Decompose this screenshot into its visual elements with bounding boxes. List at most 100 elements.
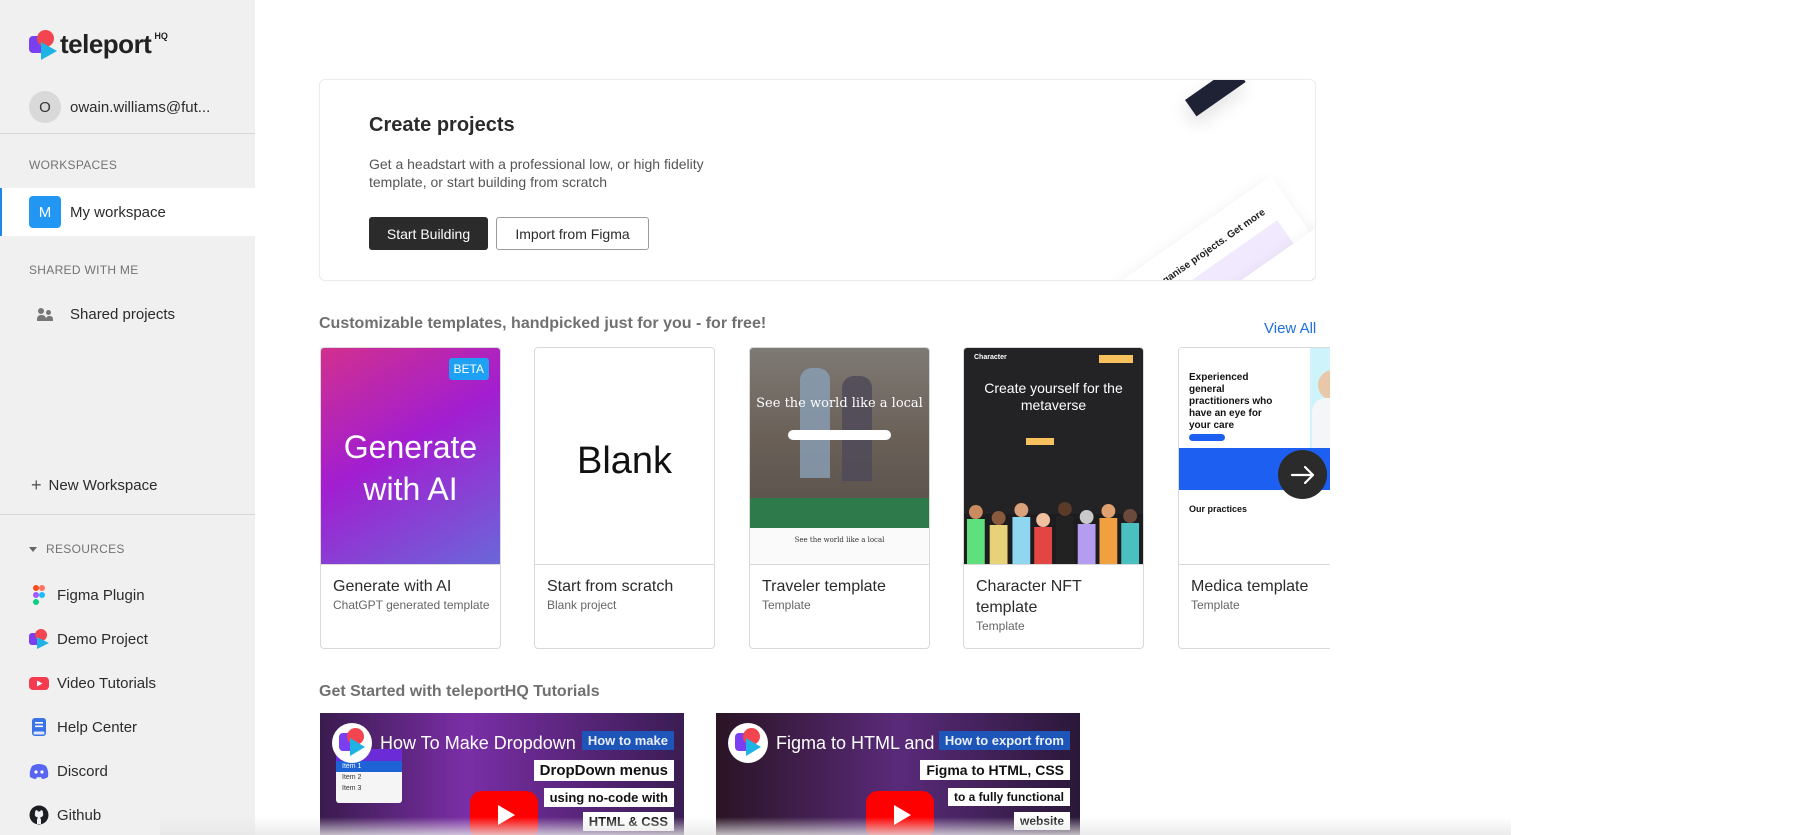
discord-icon (29, 761, 49, 781)
thumbnail-subtext: Our practices (1189, 504, 1248, 514)
templates-heading: Customizable templates, handpicked just … (319, 315, 767, 332)
help-center-label: Help Center (57, 718, 138, 736)
template-name: Medica template (1191, 578, 1309, 595)
sidebar-item-shared-projects[interactable]: Shared projects (37, 306, 175, 323)
sidebar-divider (0, 514, 255, 515)
template-subtitle: Template (1191, 598, 1240, 612)
sidebar-item-figma-plugin[interactable]: Figma Plugin (29, 585, 145, 605)
resources-section-label: RESOURCES (46, 542, 125, 556)
template-thumbnail: Blank (535, 348, 714, 565)
sidebar-item-discord[interactable]: Discord (29, 761, 108, 781)
play-icon (893, 805, 911, 825)
figma-icon (29, 585, 49, 605)
thumbnail-text: Blank (576, 440, 673, 482)
video-caption: DropDown menus (533, 760, 674, 781)
template-name: Start from scratch (547, 578, 674, 595)
avatar: O (29, 91, 61, 123)
youtube-icon (29, 673, 49, 693)
sidebar-divider (0, 133, 255, 134)
video-caption: using no-code with (543, 788, 674, 807)
youtube-play-button[interactable] (470, 791, 538, 835)
traveler-bottom-section: See the world like a local (750, 528, 929, 564)
video-caption: How to export from (938, 731, 1070, 750)
channel-avatar-icon (728, 723, 768, 763)
video-tutorials-label: Video Tutorials (57, 674, 156, 692)
thumbnail-subtext: See the world like a local (794, 536, 885, 544)
template-name: Generate with AI (333, 578, 452, 595)
user-account-menu[interactable]: O owain.williams@fut... (29, 91, 210, 123)
medica-doctor-photo (1310, 348, 1330, 448)
create-projects-title: Create projects (369, 114, 515, 136)
template-subtitle: Template (976, 619, 1025, 633)
sidebar-item-video-tutorials[interactable]: Video Tutorials (29, 673, 156, 693)
user-email: owain.williams@fut... (70, 98, 211, 116)
arrow-right-icon (1290, 465, 1314, 484)
teleport-logo-icon (29, 629, 49, 649)
brand-suffix: HQ (154, 31, 168, 41)
template-card-generate-ai[interactable]: BETA Generate with AI Generate with AI C… (320, 347, 501, 649)
traveler-search-bar (788, 430, 891, 440)
thumbnail-brand: Character (974, 354, 1007, 361)
brand-name: teleport (60, 29, 152, 59)
template-card-traveler[interactable]: See the world like a local See the world… (749, 347, 930, 649)
new-workspace-label: New Workspace (48, 476, 158, 494)
thumbnail-text: Create yourself for the metaverse (984, 380, 1123, 413)
sidebar-item-help-center[interactable]: Help Center (29, 717, 137, 737)
template-subtitle: Blank project (547, 598, 617, 612)
workspaces-section-label: WORKSPACES (29, 158, 118, 172)
teleport-logo[interactable]: teleport HQ (29, 29, 168, 60)
thumbnail-text: Experienced general practitioners who ha… (1189, 372, 1273, 431)
beta-badge: BETA (448, 358, 489, 380)
view-all-link[interactable]: View All (1264, 320, 1316, 337)
video-card-dropdown-menus[interactable]: Item 1 Item 2 Item 3 How To Make Dropdow… (320, 713, 684, 835)
book-icon (29, 717, 49, 737)
start-building-button[interactable]: Start Building (369, 217, 488, 250)
character-crowd-illustration (964, 502, 1143, 564)
traveler-features-band (750, 498, 929, 528)
tutorials-heading: Get Started with teleportHQ Tutorials (319, 683, 600, 700)
youtube-play-button[interactable] (866, 791, 934, 835)
thumbnail-cta (1026, 438, 1054, 445)
template-subtitle: ChatGPT generated template (333, 598, 490, 612)
people-icon (37, 307, 53, 322)
template-thumbnail: See the world like a local See the world… (750, 348, 929, 565)
video-caption: How to make (581, 731, 674, 750)
demo-project-label: Demo Project (57, 630, 148, 648)
create-projects-description: Get a headstart with a professional low,… (369, 156, 704, 190)
hero-illustration: Organise projects. Get more done. (975, 80, 1315, 280)
thumbnail-text: See the world like a local (756, 396, 923, 411)
resources-toggle[interactable]: RESOURCES (29, 542, 125, 556)
sidebar-item-my-workspace[interactable]: M My workspace (0, 188, 255, 236)
hero-sheet (1185, 80, 1246, 117)
create-projects-card: Create projects Get a headstart with a p… (319, 79, 1316, 281)
template-thumbnail: Character Create yourself for the metave… (964, 348, 1143, 565)
thumbnail-text: Generate with AI (343, 429, 478, 507)
sidebar: teleport HQ O owain.williams@fut... WORK… (0, 0, 255, 835)
shared-projects-label: Shared projects (70, 306, 176, 323)
channel-avatar-icon (332, 723, 372, 763)
dropdown-item: Item 3 (342, 785, 362, 792)
import-from-figma-button[interactable]: Import from Figma (496, 217, 649, 250)
github-icon (29, 805, 49, 825)
dropdown-item: Item 1 (336, 761, 402, 772)
workspace-badge: M (29, 196, 61, 228)
template-subtitle: Template (762, 598, 811, 612)
app-root: teleport HQ O owain.williams@fut... WORK… (0, 0, 1811, 835)
sidebar-item-github[interactable]: Github (29, 805, 101, 825)
shared-section-label: SHARED WITH ME (29, 263, 139, 277)
thumbnail-nav-button (1099, 355, 1133, 363)
traveler-hero-image: See the world like a local (750, 348, 929, 498)
discord-label: Discord (57, 762, 108, 780)
github-label: Github (57, 806, 102, 824)
template-name: Traveler template (762, 578, 886, 595)
template-thumbnail: BETA Generate with AI (321, 348, 500, 565)
carousel-next-button[interactable] (1278, 450, 1327, 499)
video-card-figma-to-html[interactable]: Figma to HTML and CSS ex... How to expor… (716, 713, 1080, 835)
figma-plugin-label: Figma Plugin (57, 586, 145, 604)
template-card-character-nft[interactable]: Character Create yourself for the metave… (963, 347, 1144, 649)
video-caption: website (1013, 812, 1070, 830)
template-card-blank[interactable]: Blank Start from scratch Blank project (534, 347, 715, 649)
sidebar-item-demo-project[interactable]: Demo Project (29, 629, 148, 649)
play-icon (497, 805, 515, 825)
new-workspace-button[interactable]: + New Workspace (31, 476, 157, 494)
